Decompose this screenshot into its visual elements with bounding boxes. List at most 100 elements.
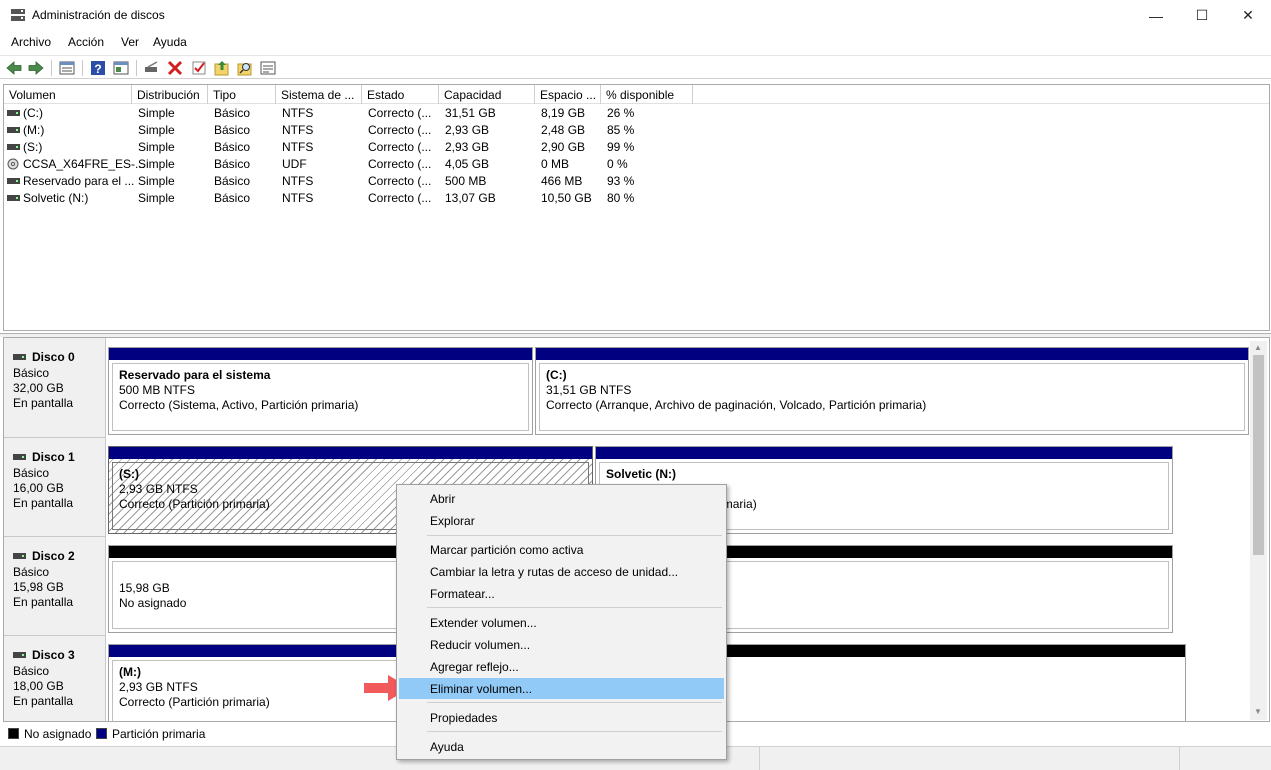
- scroll-down-icon[interactable]: ▼: [1254, 707, 1262, 716]
- close-button[interactable]: ✕: [1225, 0, 1271, 31]
- legend-primary-swatch: [96, 728, 107, 739]
- drive-icon: [7, 127, 20, 133]
- menu-item-marcar-activa[interactable]: Marcar partición como activa: [399, 539, 724, 560]
- partition-status: Correcto (Arranque, Archivo de paginació…: [546, 398, 927, 412]
- table-cell: 0 %: [607, 157, 628, 171]
- column-header-tipo[interactable]: Tipo: [208, 85, 276, 104]
- disk-name: Disco 1: [32, 450, 75, 464]
- settings-list-icon[interactable]: [259, 59, 277, 77]
- disk-size: 16,00 GB: [13, 481, 64, 495]
- table-cell: Solvetic (N:): [23, 191, 89, 205]
- disk-kind: Básico: [13, 565, 50, 579]
- table-cell: Básico: [214, 140, 251, 154]
- table-cell: Simple: [138, 106, 175, 120]
- connect-disk-icon[interactable]: [143, 59, 161, 77]
- table-row[interactable]: (S:) Simple Básico NTFS Correcto (... 2,93 GB…: [4, 139, 1269, 156]
- menu-ayuda[interactable]: Ayuda: [153, 35, 187, 49]
- disk-view-scrollbar[interactable]: ▲ ▼: [1250, 341, 1267, 720]
- window-title: Administración de discos: [32, 8, 165, 22]
- table-cell: NTFS: [282, 140, 314, 154]
- partition-c[interactable]: (C:) 31,51 GB NTFS Correcto (Arranque, A…: [535, 347, 1249, 435]
- table-cell: Simple: [138, 157, 175, 171]
- partition-reserved[interactable]: Reservado para el sistema 500 MB NTFS Co…: [108, 347, 533, 435]
- search-icon[interactable]: [236, 59, 254, 77]
- legend-unallocated-swatch: [8, 728, 19, 739]
- disk-size: 15,98 GB: [13, 580, 64, 594]
- menu-item-explorar[interactable]: Explorar: [399, 510, 724, 531]
- column-header-sistema[interactable]: Sistema de ...: [276, 85, 362, 104]
- table-row[interactable]: CCSA_X64FRE_ES-... Simple Básico UDF Correct…: [4, 156, 1269, 173]
- column-header-disponible[interactable]: % disponible: [601, 85, 693, 104]
- menu-item-agregar-reflejo[interactable]: Agregar reflejo...: [399, 656, 724, 677]
- check-icon[interactable]: [190, 59, 208, 77]
- table-cell: 2,90 GB: [541, 140, 586, 154]
- table-cell: Simple: [138, 191, 175, 205]
- table-cell: 500 MB: [445, 174, 487, 188]
- scrollbar-thumb[interactable]: [1253, 355, 1264, 555]
- title-bar: Administración de discos — ☐ ✕: [0, 0, 1271, 31]
- minimize-button[interactable]: —: [1133, 0, 1179, 31]
- table-row[interactable]: (M:) Simple Básico NTFS Correcto (... 2,93 GB…: [4, 122, 1269, 139]
- table-cell: 26 %: [607, 106, 635, 120]
- column-header-distribucion[interactable]: Distribución: [132, 85, 208, 104]
- table-cell: Simple: [138, 174, 175, 188]
- disk-0-label[interactable]: Disco 0 Básico 32,00 GB En pantalla: [4, 338, 106, 438]
- disk-3-label[interactable]: Disco 3 Básico 18,00 GB En pantalla: [4, 636, 106, 721]
- partition-type-bar: [596, 447, 1172, 459]
- table-cell: Correcto (...: [368, 140, 432, 154]
- menu-item-extender[interactable]: Extender volumen...: [399, 612, 724, 633]
- column-header-capacidad[interactable]: Capacidad: [439, 85, 535, 104]
- table-row[interactable]: (C:) Simple Básico NTFS Correcto (... 31,51 G…: [4, 105, 1269, 122]
- disk-2-label[interactable]: Disco 2 Básico 15,98 GB En pantalla: [4, 537, 106, 636]
- status-cell: [760, 747, 1180, 770]
- menu-item-cambiar-letra[interactable]: Cambiar la letra y rutas de acceso de un…: [399, 561, 724, 582]
- export-icon[interactable]: [213, 59, 231, 77]
- table-cell: Simple: [138, 140, 175, 154]
- maximize-button[interactable]: ☐: [1179, 0, 1225, 31]
- table-cell: Correcto (...: [368, 123, 432, 137]
- menu-item-propiedades[interactable]: Propiedades: [399, 707, 724, 728]
- table-cell: UDF: [282, 157, 307, 171]
- volume-list-header: Volumen Distribución Tipo Sistema de ...…: [4, 85, 1269, 104]
- menu-separator: [427, 702, 722, 703]
- disk-1-label[interactable]: Disco 1 Básico 16,00 GB En pantalla: [4, 438, 106, 537]
- menu-item-eliminar-volumen[interactable]: Eliminar volumen...: [399, 678, 724, 699]
- volume-list[interactable]: Volumen Distribución Tipo Sistema de ...…: [3, 84, 1270, 331]
- menu-separator: [427, 535, 722, 536]
- table-cell: 2,48 GB: [541, 123, 586, 137]
- back-icon[interactable]: [5, 59, 23, 77]
- menu-archivo[interactable]: Archivo: [11, 35, 51, 49]
- table-cell: NTFS: [282, 123, 314, 137]
- table-cell: Correcto (...: [368, 106, 432, 120]
- legend-unallocated-label: No asignado: [24, 727, 92, 741]
- partition-type-bar: [536, 348, 1248, 360]
- help-icon[interactable]: ?: [89, 59, 107, 77]
- column-header-espacio[interactable]: Espacio ...: [535, 85, 601, 104]
- scroll-up-icon[interactable]: ▲: [1254, 343, 1262, 352]
- menu-item-formatear[interactable]: Formatear...: [399, 583, 724, 604]
- menu-item-ayuda[interactable]: Ayuda: [399, 736, 724, 757]
- forward-icon[interactable]: [27, 59, 45, 77]
- table-cell: (S:): [23, 140, 43, 154]
- delete-icon[interactable]: [166, 59, 184, 77]
- menu-ver[interactable]: Ver: [121, 35, 139, 49]
- menu-accion[interactable]: Acción: [68, 35, 104, 49]
- toolbar-separator: [51, 60, 52, 76]
- column-header-estado[interactable]: Estado: [362, 85, 439, 104]
- table-cell: 80 %: [607, 191, 635, 205]
- list-view-icon[interactable]: [58, 59, 76, 77]
- table-cell: 10,50 GB: [541, 191, 592, 205]
- table-cell: Reservado para el ...: [23, 174, 135, 188]
- menu-item-reducir[interactable]: Reducir volumen...: [399, 634, 724, 655]
- table-cell: NTFS: [282, 174, 314, 188]
- disk-name: Disco 0: [32, 350, 75, 364]
- table-cell: NTFS: [282, 106, 314, 120]
- table-cell: Básico: [214, 123, 251, 137]
- disk-kind: Básico: [13, 664, 50, 678]
- table-row[interactable]: Reservado para el ... Simple Básico NTFS Cor…: [4, 173, 1269, 190]
- column-header-volumen[interactable]: Volumen: [4, 85, 132, 104]
- properties-icon[interactable]: [112, 59, 130, 77]
- menu-item-abrir[interactable]: Abrir: [399, 488, 724, 509]
- table-row[interactable]: Solvetic (N:) Simple Básico NTFS Correcto (.…: [4, 190, 1269, 207]
- partition-title: (C:): [546, 368, 567, 382]
